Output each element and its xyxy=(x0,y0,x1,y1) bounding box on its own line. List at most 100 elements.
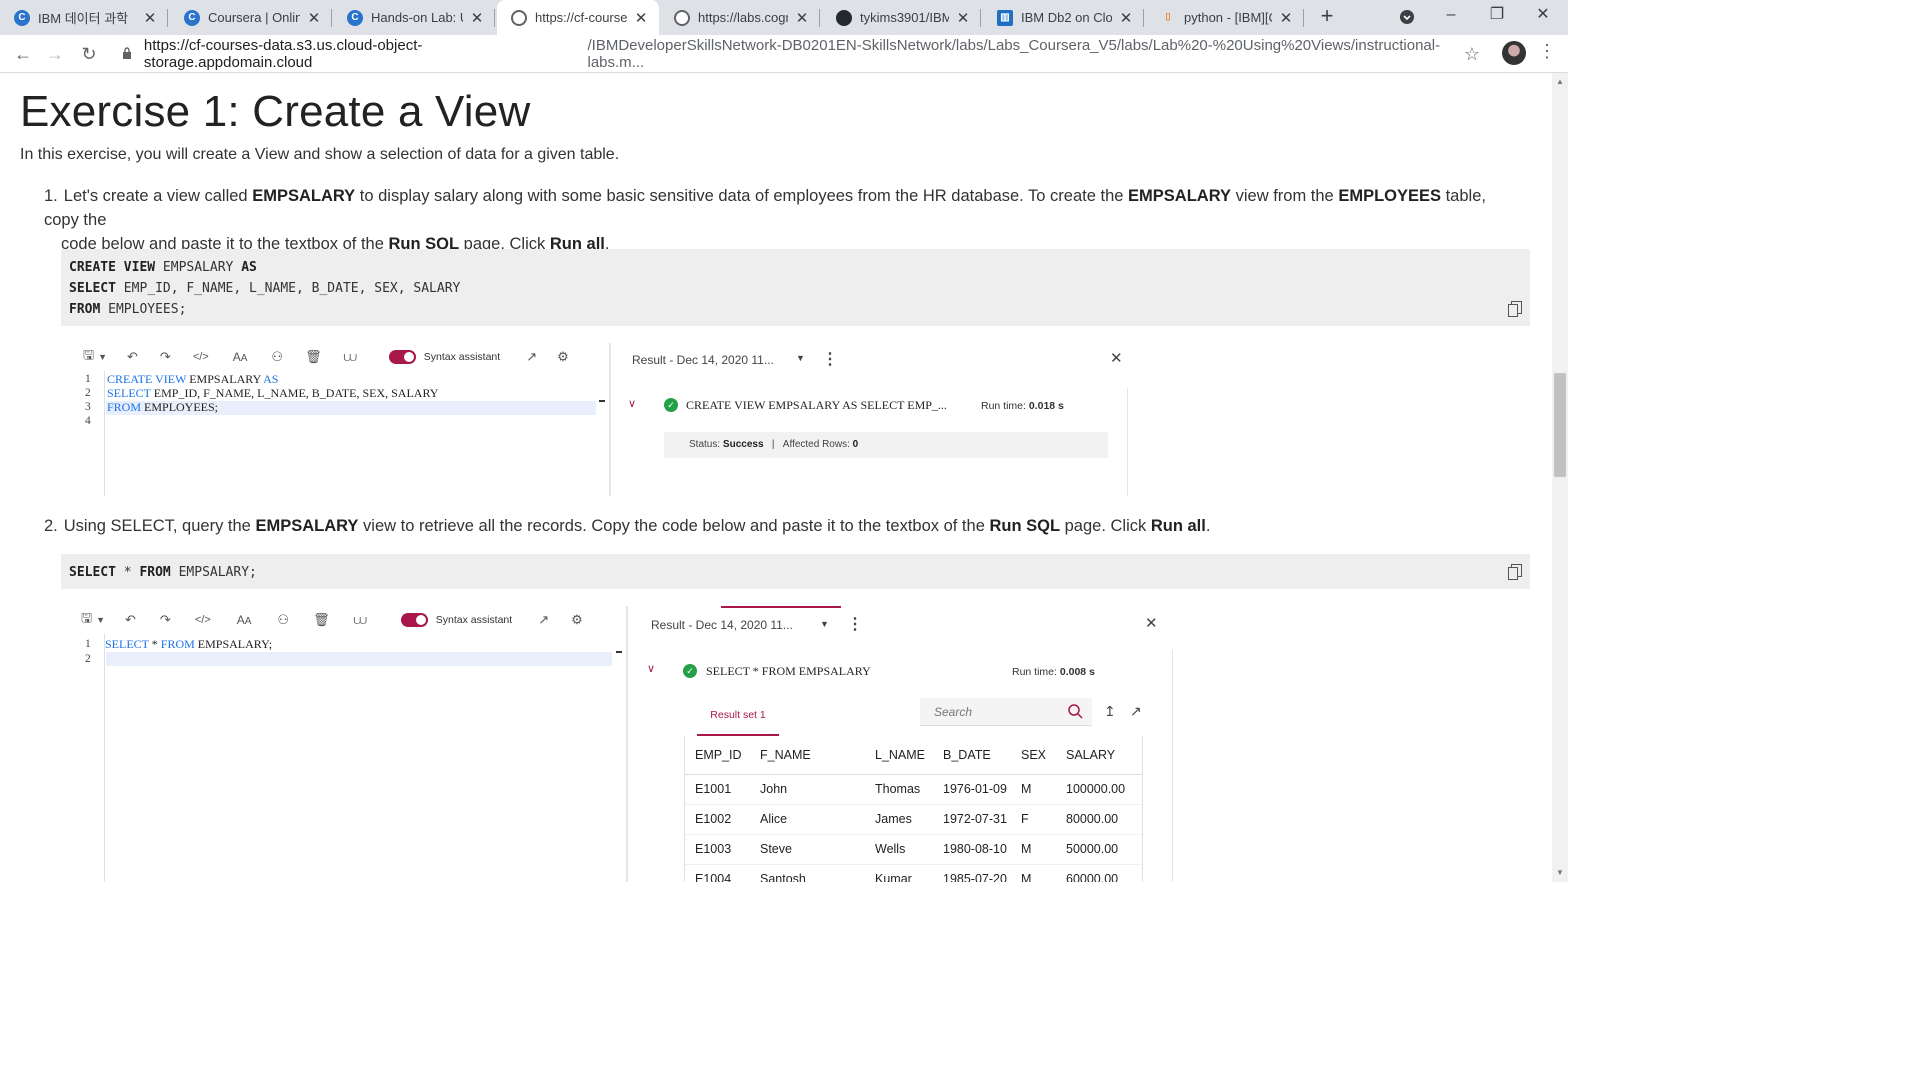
settings-gear-icon[interactable]: ⚙ xyxy=(571,612,583,628)
scroll-down-icon[interactable]: ▼ xyxy=(1556,868,1564,877)
chevron-down-icon[interactable]: ▼ xyxy=(98,352,107,362)
font-size-icon[interactable]: AA xyxy=(237,613,252,627)
more-options-icon[interactable]: ⋮ xyxy=(847,614,863,634)
line-gutter xyxy=(71,634,105,882)
settings-gear-icon[interactable]: ⚙ xyxy=(557,349,569,365)
new-tab-button[interactable]: + xyxy=(1316,5,1338,28)
format-code-icon[interactable]: </> xyxy=(195,614,211,626)
close-icon[interactable]: ✕ xyxy=(1145,614,1158,632)
sql-code-line[interactable]: CREATE VIEW EMPSALARY AS xyxy=(107,372,278,387)
redo-icon[interactable]: ↷ xyxy=(160,349,171,365)
splitter-handle[interactable] xyxy=(599,400,605,402)
browser-tab[interactable]: tykims3901/IBM- ✕ xyxy=(822,0,981,35)
close-window-icon[interactable]: ✕ xyxy=(1520,0,1566,32)
scroll-up-icon[interactable]: ▲ xyxy=(1556,77,1564,86)
lock-icon xyxy=(122,46,134,62)
scrollbar-thumb[interactable] xyxy=(1554,373,1566,477)
browser-tab[interactable]: ▥ IBM Db2 on Clou ✕ xyxy=(983,0,1144,35)
sql-code-line[interactable]: FROM EMPLOYEES; xyxy=(107,400,218,415)
undo-icon[interactable]: ↶ xyxy=(125,612,136,628)
column-header[interactable]: SALARY xyxy=(1056,736,1142,775)
close-tab-icon[interactable]: ✕ xyxy=(306,9,322,27)
reload-icon[interactable]: ↻ xyxy=(78,43,100,65)
column-header[interactable]: F_NAME xyxy=(750,736,865,775)
bookmark-star-icon[interactable]: ☆ xyxy=(1461,43,1483,65)
code-block-create-view[interactable]: CREATE VIEW EMPSALARY AS SELECT EMP_ID, … xyxy=(61,249,1530,326)
expand-icon[interactable]: ↗ xyxy=(1130,703,1142,720)
close-icon[interactable]: ✕ xyxy=(1110,349,1123,367)
close-tab-icon[interactable]: ✕ xyxy=(794,9,810,27)
redo-icon[interactable]: ↷ xyxy=(160,612,171,628)
column-header[interactable]: SEX xyxy=(1011,736,1056,775)
hierarchy-icon[interactable]: ⩊ xyxy=(354,612,367,628)
font-size-icon[interactable]: AA xyxy=(233,350,248,364)
chevron-down-icon[interactable]: ▼ xyxy=(820,619,829,629)
result-panel: Result - Dec 14, 2020 11... ▼ ⋮ ✕ ∨ ✓ SE… xyxy=(626,606,1184,882)
column-header[interactable]: B_DATE xyxy=(933,736,1011,775)
search-input[interactable]: Search xyxy=(920,698,1092,726)
restore-icon[interactable]: ❐ xyxy=(1474,0,1520,32)
chevron-down-icon[interactable]: ▼ xyxy=(796,353,805,363)
address-bar[interactable]: https://cf-courses-data.s3.us.cloud-obje… xyxy=(110,37,1490,71)
column-header[interactable]: EMP_ID xyxy=(685,736,750,775)
url-host: https://cf-courses-data.s3.us.cloud-obje… xyxy=(143,37,423,71)
editor-toolbar: 🖫 ▼ ↶ ↷ </> AA ⚇ 🗑 ⩊ Syntax assistant ↗ … xyxy=(71,343,611,371)
copy-icon[interactable] xyxy=(1508,564,1522,580)
browser-tab[interactable]: C IBM 데이터 과학 ✕ xyxy=(0,0,168,35)
table-cell: M xyxy=(1011,864,1056,882)
search-icon[interactable] xyxy=(1068,704,1083,719)
column-header[interactable]: L_NAME xyxy=(865,736,933,775)
minimize-icon[interactable]: – xyxy=(1428,0,1474,32)
code-block-select[interactable]: SELECT * FROM EMPSALARY; xyxy=(61,554,1530,589)
more-options-icon[interactable]: ⋮ xyxy=(822,349,838,369)
forward-icon[interactable]: → xyxy=(44,43,66,65)
tab-search-icon[interactable] xyxy=(1384,0,1430,32)
trash-icon[interactable]: 🗑 xyxy=(305,349,322,365)
chevron-down-icon[interactable]: ▼ xyxy=(96,615,105,625)
export-icon[interactable]: ↥ xyxy=(1104,703,1116,720)
browser-tab[interactable]: https://labs.cogni ✕ xyxy=(660,0,820,35)
browser-tab[interactable]: C Hands-on Lab: Us ✕ xyxy=(333,0,495,35)
back-icon[interactable]: ← xyxy=(12,43,34,65)
tab-title: Hands-on Lab: Us xyxy=(371,10,463,25)
undo-icon[interactable]: ↶ xyxy=(127,349,138,365)
close-tab-icon[interactable]: ✕ xyxy=(142,9,158,27)
expand-icon[interactable]: ↗ xyxy=(526,349,537,365)
splitter-handle[interactable] xyxy=(616,651,622,653)
syntax-assistant-toggle[interactable] xyxy=(400,613,428,627)
collapse-chevron-icon[interactable]: ∨ xyxy=(647,662,655,675)
collapse-chevron-icon[interactable]: ∨ xyxy=(628,397,636,410)
find-icon[interactable]: ⚇ xyxy=(277,612,289,628)
table-cell: E1003 xyxy=(685,834,750,865)
coursera-icon: C xyxy=(184,9,200,26)
result-title[interactable]: Result - Dec 14, 2020 11... xyxy=(632,353,774,367)
result-panel: Result - Dec 14, 2020 11... ▼ ⋮ ✕ ∨ ✓ CR… xyxy=(609,343,1146,496)
coursera-icon: C xyxy=(347,9,363,26)
trash-icon[interactable]: 🗑 xyxy=(313,612,330,628)
close-tab-icon[interactable]: ✕ xyxy=(1118,9,1134,27)
expand-icon[interactable]: ↗ xyxy=(538,612,549,628)
find-icon[interactable]: ⚇ xyxy=(271,349,283,365)
hierarchy-icon[interactable]: ⩊ xyxy=(344,349,357,365)
copy-icon[interactable] xyxy=(1508,301,1522,317)
close-tab-icon[interactable]: ✕ xyxy=(1278,9,1294,27)
result-title[interactable]: Result - Dec 14, 2020 11... xyxy=(651,618,793,632)
format-code-icon[interactable]: </> xyxy=(193,351,209,363)
table-cell: 50000.00 xyxy=(1056,834,1142,865)
sql-code-line[interactable]: SELECT * FROM EMPSALARY; xyxy=(105,637,272,652)
browser-menu-icon[interactable]: ⋮ xyxy=(1538,41,1556,65)
sql-code-line[interactable]: SELECT EMP_ID, F_NAME, L_NAME, B_DATE, S… xyxy=(107,386,438,401)
save-icon[interactable]: 🖫 xyxy=(83,346,94,368)
save-icon[interactable]: 🖫 xyxy=(81,609,92,631)
avatar[interactable] xyxy=(1502,41,1526,65)
table-cell: F xyxy=(1011,804,1056,835)
close-tab-icon[interactable]: ✕ xyxy=(633,9,649,27)
close-tab-icon[interactable]: ✕ xyxy=(469,9,485,27)
browser-tab[interactable]: https://cf-courses ✕ xyxy=(497,0,659,35)
browser-tab[interactable]: C Coursera | Online ✕ xyxy=(170,0,332,35)
page-scrollbar[interactable]: ▲ ▼ xyxy=(1552,73,1568,882)
tab-result-set-1[interactable]: Result set 1 xyxy=(697,698,779,736)
browser-tab[interactable]: ⌷ python - [IBM][C ✕ xyxy=(1146,0,1304,35)
syntax-assistant-toggle[interactable] xyxy=(388,350,416,364)
close-tab-icon[interactable]: ✕ xyxy=(955,9,971,27)
